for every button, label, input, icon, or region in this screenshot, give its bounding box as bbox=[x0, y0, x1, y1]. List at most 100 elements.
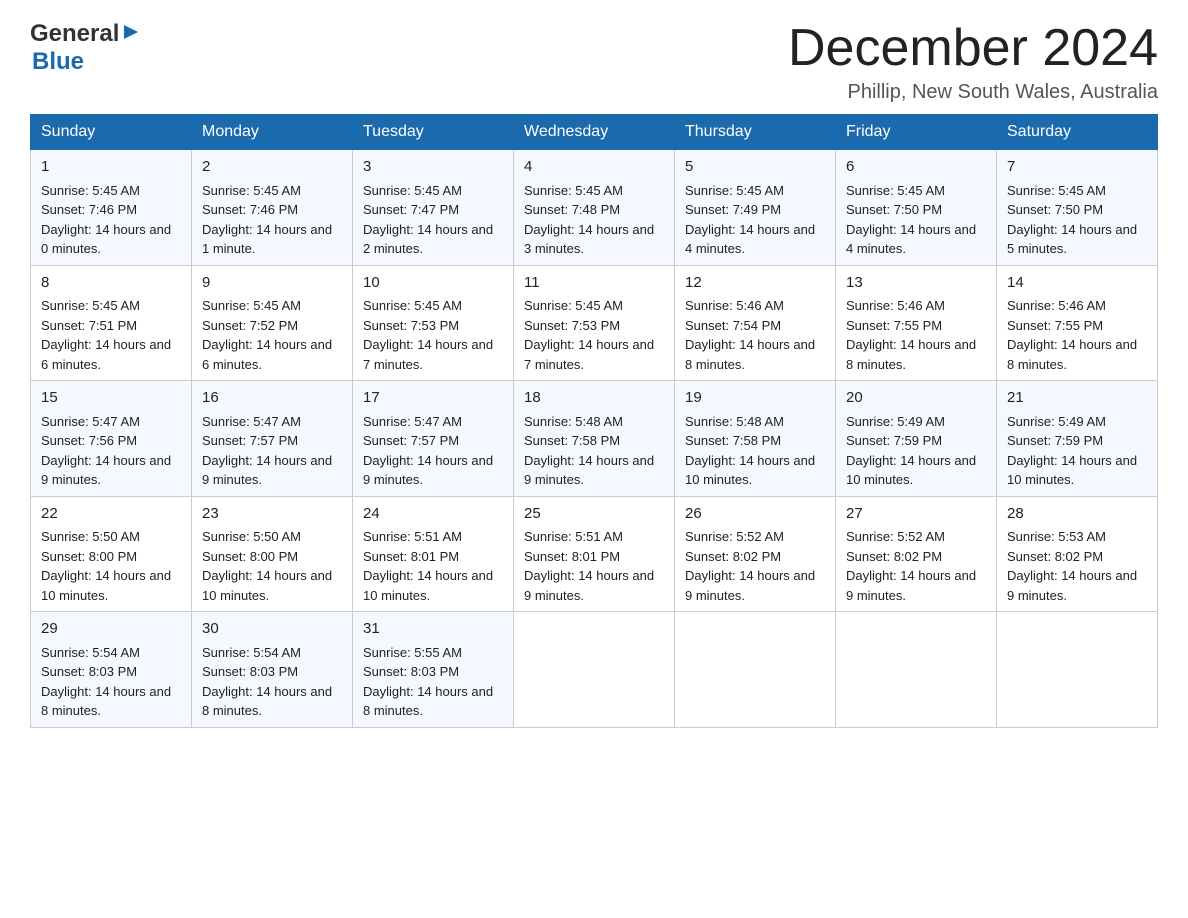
calendar-day-cell: 23Sunrise: 5:50 AMSunset: 8:00 PMDayligh… bbox=[192, 496, 353, 612]
month-title: December 2024 bbox=[788, 20, 1158, 77]
sunrise-text: Sunrise: 5:51 AM bbox=[363, 529, 462, 544]
page-header: General Blue December 2024 Phillip, New … bbox=[30, 20, 1158, 104]
sunrise-text: Sunrise: 5:55 AM bbox=[363, 645, 462, 660]
calendar-day-cell: 3Sunrise: 5:45 AMSunset: 7:47 PMDaylight… bbox=[353, 150, 514, 266]
sunrise-text: Sunrise: 5:45 AM bbox=[202, 298, 301, 313]
sunrise-text: Sunrise: 5:49 AM bbox=[1007, 414, 1106, 429]
day-number: 22 bbox=[41, 503, 181, 526]
day-number: 18 bbox=[524, 387, 664, 410]
calendar-day-cell: 8 Sunrise: 5:45 AM Sunset: 7:51 PM Daylight… bbox=[31, 265, 192, 381]
calendar-day-cell: 28Sunrise: 5:53 AMSunset: 8:02 PMDayligh… bbox=[997, 496, 1158, 612]
calendar-day-cell: 14Sunrise: 5:46 AMSunset: 7:55 PMDayligh… bbox=[997, 265, 1158, 381]
day-number: 13 bbox=[846, 272, 986, 295]
calendar-day-cell: 10Sunrise: 5:45 AMSunset: 7:53 PMDayligh… bbox=[353, 265, 514, 381]
sunset-text: Sunset: 7:55 PM bbox=[846, 318, 942, 333]
sunrise-text: Sunrise: 5:45 AM bbox=[1007, 183, 1106, 198]
sunset-text: Sunset: 7:59 PM bbox=[1007, 433, 1103, 448]
calendar-day-cell: 11Sunrise: 5:45 AMSunset: 7:53 PMDayligh… bbox=[514, 265, 675, 381]
daylight-text: Daylight: 14 hours and 9 minutes. bbox=[846, 568, 976, 603]
calendar-table: SundayMondayTuesdayWednesdayThursdayFrid… bbox=[30, 114, 1158, 728]
daylight-text: Daylight: 14 hours and 9 minutes. bbox=[202, 453, 332, 488]
daylight-text: Daylight: 14 hours and 6 minutes. bbox=[202, 337, 332, 372]
day-number: 16 bbox=[202, 387, 342, 410]
sunset-text: Sunset: 8:00 PM bbox=[202, 549, 298, 564]
day-number: 1 bbox=[41, 156, 181, 179]
header-sunday: Sunday bbox=[31, 115, 192, 150]
daylight-text: Daylight: 14 hours and 9 minutes. bbox=[1007, 568, 1137, 603]
logo: General Blue bbox=[30, 20, 143, 76]
calendar-day-cell: 18Sunrise: 5:48 AMSunset: 7:58 PMDayligh… bbox=[514, 381, 675, 497]
sunrise-text: Sunrise: 5:47 AM bbox=[202, 414, 301, 429]
sunset-text: Sunset: 7:48 PM bbox=[524, 202, 620, 217]
sunrise-text: Sunrise: 5:46 AM bbox=[846, 298, 945, 313]
daylight-text: Daylight: 14 hours and 1 minute. bbox=[202, 222, 332, 257]
daylight-text: Daylight: 14 hours and 0 minutes. bbox=[41, 222, 171, 257]
sunset-text: Sunset: 7:47 PM bbox=[363, 202, 459, 217]
daylight-text: Daylight: 14 hours and 9 minutes. bbox=[524, 453, 654, 488]
day-number: 21 bbox=[1007, 387, 1147, 410]
calendar-day-cell: 19Sunrise: 5:48 AMSunset: 7:58 PMDayligh… bbox=[675, 381, 836, 497]
sunrise-text: Sunrise: 5:54 AM bbox=[202, 645, 301, 660]
sunset-text: Sunset: 7:50 PM bbox=[846, 202, 942, 217]
day-number: 2 bbox=[202, 156, 342, 179]
sunrise-text: Sunrise: 5:54 AM bbox=[41, 645, 140, 660]
sunset-text: Sunset: 7:58 PM bbox=[524, 433, 620, 448]
day-number: 27 bbox=[846, 503, 986, 526]
sunset-text: Sunset: 8:01 PM bbox=[524, 549, 620, 564]
day-number: 17 bbox=[363, 387, 503, 410]
daylight-text: Daylight: 14 hours and 10 minutes. bbox=[846, 453, 976, 488]
calendar-day-cell: 26Sunrise: 5:52 AMSunset: 8:02 PMDayligh… bbox=[675, 496, 836, 612]
daylight-text: Daylight: 14 hours and 4 minutes. bbox=[685, 222, 815, 257]
sunrise-text: Sunrise: 5:45 AM bbox=[363, 298, 462, 313]
calendar-day-cell: 6Sunrise: 5:45 AMSunset: 7:50 PMDaylight… bbox=[836, 150, 997, 266]
sunrise-text: Sunrise: 5:45 AM bbox=[685, 183, 784, 198]
day-number: 20 bbox=[846, 387, 986, 410]
sunset-text: Sunset: 7:53 PM bbox=[363, 318, 459, 333]
sunrise-text: Sunrise: 5:49 AM bbox=[846, 414, 945, 429]
daylight-text: Daylight: 14 hours and 3 minutes. bbox=[524, 222, 654, 257]
day-number: 31 bbox=[363, 618, 503, 641]
sunset-text: Sunset: 7:49 PM bbox=[685, 202, 781, 217]
title-section: December 2024 Phillip, New South Wales, … bbox=[788, 20, 1158, 104]
daylight-text: Daylight: 14 hours and 8 minutes. bbox=[685, 337, 815, 372]
daylight-text: Daylight: 14 hours and 6 minutes. bbox=[41, 337, 171, 372]
daylight-text: Daylight: 14 hours and 4 minutes. bbox=[846, 222, 976, 257]
day-number: 6 bbox=[846, 156, 986, 179]
header-saturday: Saturday bbox=[997, 115, 1158, 150]
sunset-text: Sunset: 7:51 PM bbox=[41, 318, 137, 333]
calendar-week-row: 29Sunrise: 5:54 AMSunset: 8:03 PMDayligh… bbox=[31, 612, 1158, 728]
day-number: 4 bbox=[524, 156, 664, 179]
day-number: 28 bbox=[1007, 503, 1147, 526]
sunrise-text: Sunrise: 5:50 AM bbox=[41, 529, 140, 544]
day-number: 5 bbox=[685, 156, 825, 179]
daylight-text: Daylight: 14 hours and 8 minutes. bbox=[1007, 337, 1137, 372]
sunrise-text: Sunrise: 5:45 AM bbox=[524, 183, 623, 198]
calendar-day-cell: 15Sunrise: 5:47 AMSunset: 7:56 PMDayligh… bbox=[31, 381, 192, 497]
daylight-text: Daylight: 14 hours and 10 minutes. bbox=[685, 453, 815, 488]
sunrise-text: Sunrise: 5:51 AM bbox=[524, 529, 623, 544]
day-number: 30 bbox=[202, 618, 342, 641]
sunrise-text: Sunrise: 5:45 AM bbox=[41, 298, 140, 313]
calendar-header-row: SundayMondayTuesdayWednesdayThursdayFrid… bbox=[31, 115, 1158, 150]
day-number: 15 bbox=[41, 387, 181, 410]
header-thursday: Thursday bbox=[675, 115, 836, 150]
day-number: 8 bbox=[41, 272, 181, 295]
sunrise-text: Sunrise: 5:53 AM bbox=[1007, 529, 1106, 544]
header-wednesday: Wednesday bbox=[514, 115, 675, 150]
sunset-text: Sunset: 7:59 PM bbox=[846, 433, 942, 448]
sunset-text: Sunset: 8:02 PM bbox=[685, 549, 781, 564]
calendar-week-row: 8 Sunrise: 5:45 AM Sunset: 7:51 PM Daylight… bbox=[31, 265, 1158, 381]
calendar-day-cell: 27Sunrise: 5:52 AMSunset: 8:02 PMDayligh… bbox=[836, 496, 997, 612]
daylight-text: Daylight: 14 hours and 5 minutes. bbox=[1007, 222, 1137, 257]
calendar-day-cell: 24Sunrise: 5:51 AMSunset: 8:01 PMDayligh… bbox=[353, 496, 514, 612]
calendar-week-row: 1 Sunrise: 5:45 AM Sunset: 7:46 PM Daylight… bbox=[31, 150, 1158, 266]
header-friday: Friday bbox=[836, 115, 997, 150]
sunset-text: Sunset: 7:54 PM bbox=[685, 318, 781, 333]
daylight-text: Daylight: 14 hours and 9 minutes. bbox=[41, 453, 171, 488]
sunrise-text: Sunrise: 5:46 AM bbox=[1007, 298, 1106, 313]
sunset-text: Sunset: 7:46 PM bbox=[202, 202, 298, 217]
calendar-week-row: 15Sunrise: 5:47 AMSunset: 7:56 PMDayligh… bbox=[31, 381, 1158, 497]
calendar-day-cell: 22Sunrise: 5:50 AMSunset: 8:00 PMDayligh… bbox=[31, 496, 192, 612]
calendar-day-cell: 17Sunrise: 5:47 AMSunset: 7:57 PMDayligh… bbox=[353, 381, 514, 497]
calendar-day-cell bbox=[997, 612, 1158, 728]
